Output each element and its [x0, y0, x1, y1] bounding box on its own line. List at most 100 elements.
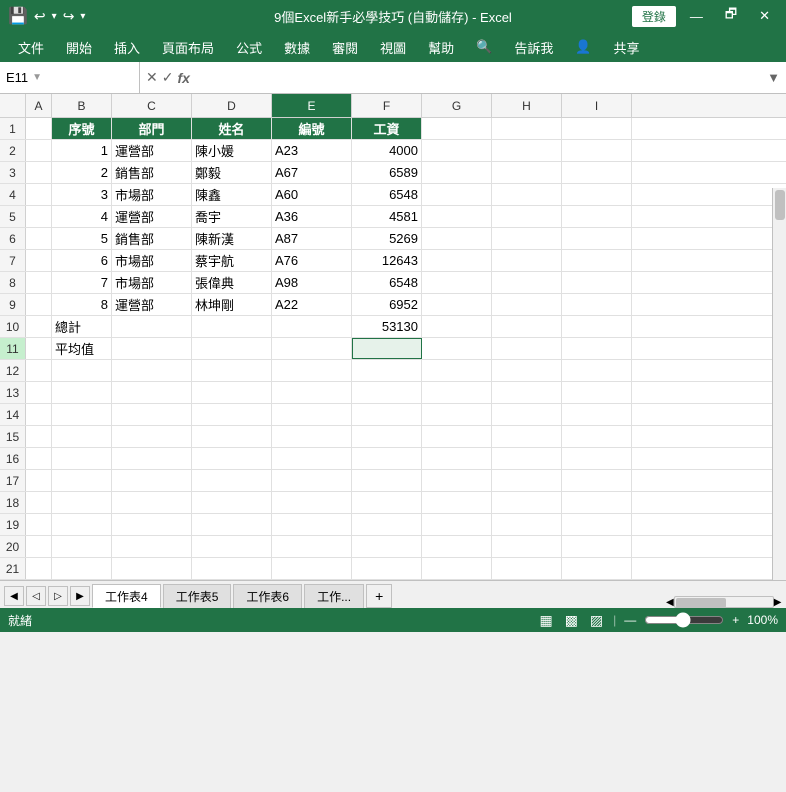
cell-d8[interactable]: 張偉典	[192, 272, 272, 293]
cell-d17[interactable]	[192, 470, 272, 491]
cell-b4[interactable]: 3	[52, 184, 112, 205]
cell-i3[interactable]	[562, 162, 632, 183]
cell-g3[interactable]	[422, 162, 492, 183]
cell-c15[interactable]	[112, 426, 192, 447]
cell-f15[interactable]	[352, 426, 422, 447]
cell-e12[interactable]	[272, 360, 352, 381]
cell-i19[interactable]	[562, 514, 632, 535]
cell-f10[interactable]: 53130	[352, 316, 422, 337]
cell-e14[interactable]	[272, 404, 352, 425]
cell-d18[interactable]	[192, 492, 272, 513]
cell-h12[interactable]	[492, 360, 562, 381]
cell-i4[interactable]	[562, 184, 632, 205]
row-header-5[interactable]: 5	[0, 206, 26, 227]
cell-g21[interactable]	[422, 558, 492, 579]
search-icon[interactable]: 🔍	[466, 35, 502, 59]
col-header-c[interactable]: C	[112, 94, 192, 117]
row-header-10[interactable]: 10	[0, 316, 26, 337]
cell-e19[interactable]	[272, 514, 352, 535]
cell-f13[interactable]	[352, 382, 422, 403]
cell-d2[interactable]: 陳小媛	[192, 140, 272, 161]
cell-b7[interactable]: 6	[52, 250, 112, 271]
col-header-b[interactable]: B	[52, 94, 112, 117]
cell-g20[interactable]	[422, 536, 492, 557]
cell-a15[interactable]	[26, 426, 52, 447]
row-header-18[interactable]: 18	[0, 492, 26, 513]
tab-nav-first[interactable]: ◀	[4, 586, 24, 606]
cell-h19[interactable]	[492, 514, 562, 535]
row-header-2[interactable]: 2	[0, 140, 26, 161]
cell-d6[interactable]: 陳新漢	[192, 228, 272, 249]
sheet-tab-4[interactable]: 工作表4	[92, 584, 161, 608]
cell-h2[interactable]	[492, 140, 562, 161]
col-header-i[interactable]: I	[562, 94, 632, 117]
tab-nav-prev[interactable]: ◁	[26, 586, 46, 606]
row-header-12[interactable]: 12	[0, 360, 26, 381]
cell-d20[interactable]	[192, 536, 272, 557]
cell-f20[interactable]	[352, 536, 422, 557]
row-header-14[interactable]: 14	[0, 404, 26, 425]
menu-review[interactable]: 審閱	[322, 34, 368, 61]
cell-e17[interactable]	[272, 470, 352, 491]
login-button[interactable]: 登錄	[632, 6, 676, 27]
cell-i13[interactable]	[562, 382, 632, 403]
cell-c10[interactable]	[112, 316, 192, 337]
cell-f9[interactable]: 6952	[352, 294, 422, 315]
cell-h6[interactable]	[492, 228, 562, 249]
cell-g7[interactable]	[422, 250, 492, 271]
cell-g13[interactable]	[422, 382, 492, 403]
cell-i15[interactable]	[562, 426, 632, 447]
cell-h15[interactable]	[492, 426, 562, 447]
cell-g9[interactable]	[422, 294, 492, 315]
cell-g16[interactable]	[422, 448, 492, 469]
row-header-15[interactable]: 15	[0, 426, 26, 447]
cell-g1[interactable]	[422, 118, 492, 139]
cell-g19[interactable]	[422, 514, 492, 535]
cell-e4[interactable]: A60	[272, 184, 352, 205]
share-button[interactable]: 共享	[604, 34, 650, 61]
cell-c5[interactable]: 運營部	[112, 206, 192, 227]
cell-b3[interactable]: 2	[52, 162, 112, 183]
cell-c20[interactable]	[112, 536, 192, 557]
cell-c4[interactable]: 市場部	[112, 184, 192, 205]
cell-d13[interactable]	[192, 382, 272, 403]
cell-f11[interactable]	[352, 338, 422, 359]
cell-c16[interactable]	[112, 448, 192, 469]
cell-i14[interactable]	[562, 404, 632, 425]
cell-f12[interactable]	[352, 360, 422, 381]
cell-c19[interactable]	[112, 514, 192, 535]
cell-i1[interactable]	[562, 118, 632, 139]
cell-c12[interactable]	[112, 360, 192, 381]
cell-a18[interactable]	[26, 492, 52, 513]
zoom-plus-icon[interactable]: +	[732, 613, 739, 627]
cell-a17[interactable]	[26, 470, 52, 491]
cell-a12[interactable]	[26, 360, 52, 381]
cell-h18[interactable]	[492, 492, 562, 513]
cell-i6[interactable]	[562, 228, 632, 249]
cell-b13[interactable]	[52, 382, 112, 403]
cell-h10[interactable]	[492, 316, 562, 337]
cell-a21[interactable]	[26, 558, 52, 579]
view-page-layout-button[interactable]: ▨	[588, 612, 605, 629]
zoom-slider[interactable]	[644, 612, 724, 628]
hscroll-left-icon[interactable]: ◀	[666, 597, 674, 608]
cell-g4[interactable]	[422, 184, 492, 205]
cell-b20[interactable]	[52, 536, 112, 557]
tab-nav-next[interactable]: ▷	[48, 586, 68, 606]
cell-g2[interactable]	[422, 140, 492, 161]
cell-ref-dropdown-icon[interactable]: ▼	[32, 72, 42, 83]
cell-b9[interactable]: 8	[52, 294, 112, 315]
row-header-16[interactable]: 16	[0, 448, 26, 469]
view-normal-button[interactable]: ▦	[537, 612, 554, 629]
row-header-17[interactable]: 17	[0, 470, 26, 491]
col-header-f[interactable]: F	[352, 94, 422, 117]
col-header-e[interactable]: E	[272, 94, 352, 117]
user-icon[interactable]: 👤	[565, 35, 601, 59]
cell-i12[interactable]	[562, 360, 632, 381]
cell-g14[interactable]	[422, 404, 492, 425]
cell-i10[interactable]	[562, 316, 632, 337]
cell-b6[interactable]: 5	[52, 228, 112, 249]
cell-e18[interactable]	[272, 492, 352, 513]
cell-e6[interactable]: A87	[272, 228, 352, 249]
row-header-21[interactable]: 21	[0, 558, 26, 579]
